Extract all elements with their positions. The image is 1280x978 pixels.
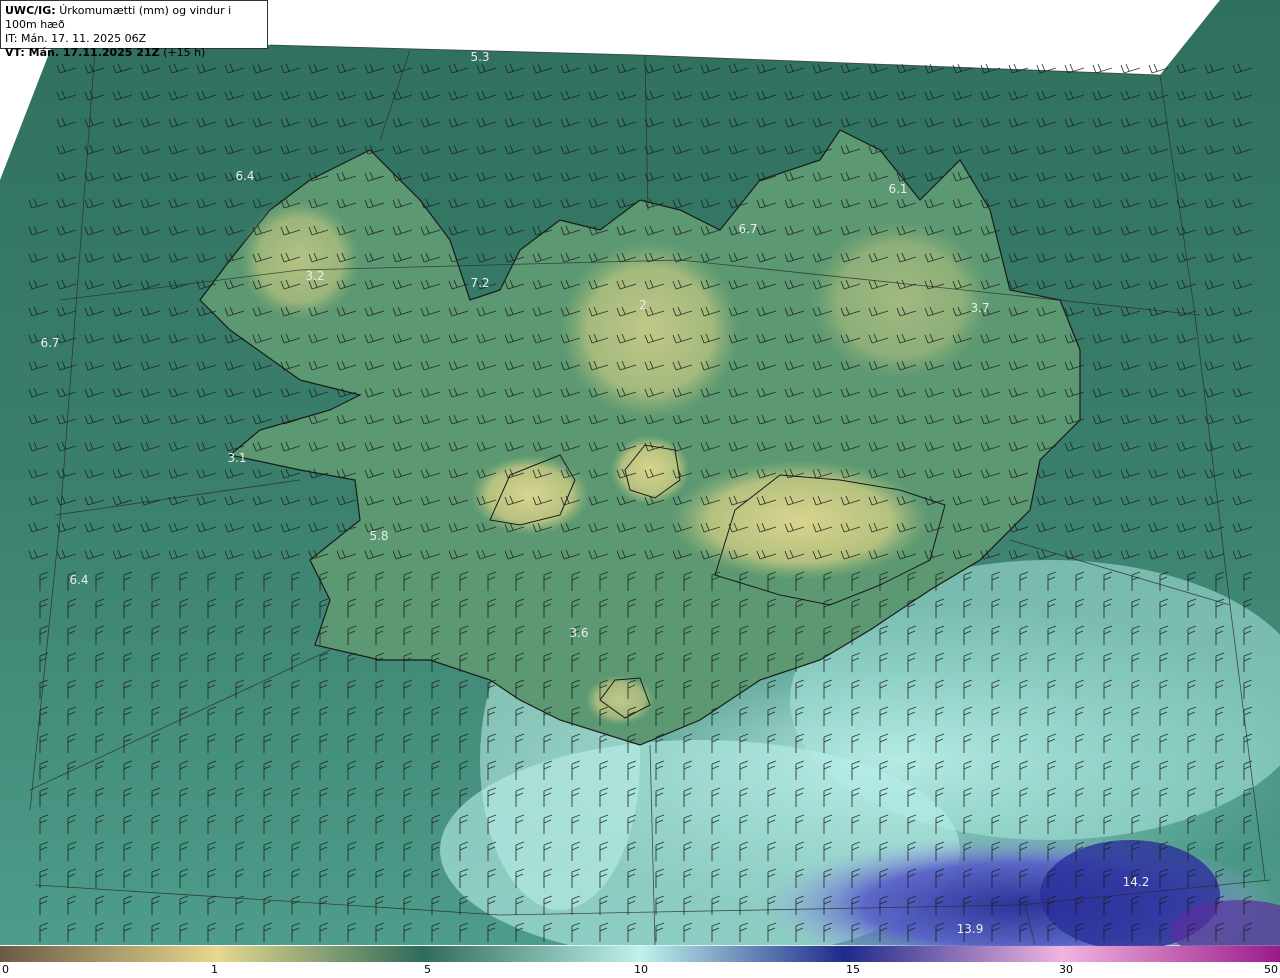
precip-value-label: 13.9 (957, 922, 984, 936)
precip-value-label: 6.7 (40, 336, 59, 350)
valid-time: VT: Mán. 17.11.2025 21Z (5, 46, 160, 59)
scale-tick: 0 (2, 963, 9, 976)
scale-tick: 15 (846, 963, 860, 976)
precip-value-label: 2 (639, 298, 647, 312)
precip-value-label: 7.2 (470, 276, 489, 290)
precip-value-label: 5.8 (369, 529, 388, 543)
color-scale-bar (0, 946, 1280, 962)
scale-tick: 10 (634, 963, 648, 976)
precip-value-label: 5.3 (470, 50, 489, 64)
precip-value-label: 3.6 (569, 626, 588, 640)
scale-tick: 50 (1264, 963, 1278, 976)
weather-map: 5.3 6.4 3.2 7.2 6.7 2 6.7 6.1 3.7 3.1 5.8 6.4 3.6 14.… (0, 0, 1280, 978)
precip-value-label: 14.2 (1123, 875, 1150, 889)
precip-value-label: 3.7 (970, 301, 989, 315)
scale-tick: 1 (211, 963, 218, 976)
precip-value-label: 6.4 (235, 169, 254, 183)
lead-time: (+15 h) (163, 46, 206, 59)
color-scale-labels: 0 1 5 10 15 30 50 (0, 962, 1280, 978)
precip-value-label: 3.1 (227, 451, 246, 465)
map-canvas: 5.3 6.4 3.2 7.2 6.7 2 6.7 6.1 3.7 3.1 5.8 6.4 3.6 14.… (0, 0, 1280, 962)
scale-tick: 30 (1059, 963, 1073, 976)
precip-value-label: 6.4 (69, 573, 88, 587)
init-time: IT: Mán. 17. 11. 2025 06Z (5, 32, 147, 45)
map-info-box: UWC/IG: Úrkomumætti (mm) og vindur i 100… (0, 0, 268, 59)
scale-tick: 5 (424, 963, 431, 976)
model-name: UWC/IG: (5, 4, 56, 17)
title-line: UWC/IG: Úrkomumætti (mm) og vindur i 100… (5, 4, 263, 32)
precip-value-label: 3.2 (305, 269, 324, 283)
valid-time-line: VT: Mán. 17.11.2025 21Z (+15 h) (5, 46, 263, 60)
precip-value-label: 6.1 (888, 182, 907, 196)
precip-value-label: 6.7 (738, 222, 757, 236)
